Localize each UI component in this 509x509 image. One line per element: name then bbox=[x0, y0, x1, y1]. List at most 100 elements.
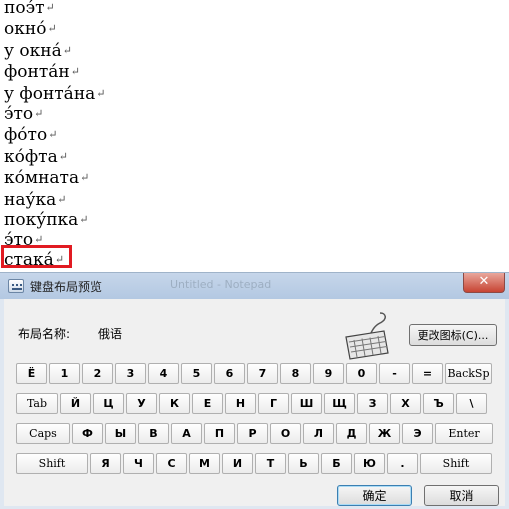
keyboard-key[interactable]: Б bbox=[321, 453, 352, 474]
keyboard-key[interactable]: Ш bbox=[291, 393, 322, 414]
keyboard-key[interactable]: К bbox=[159, 393, 190, 414]
change-icon-button[interactable]: 更改图标(C)... bbox=[409, 324, 497, 346]
highlight-rectangle bbox=[1, 245, 72, 268]
document-line: ко́фта↵ bbox=[4, 146, 68, 168]
keyboard-key[interactable]: 3 bbox=[115, 363, 146, 384]
document-line: ко́мната↵ bbox=[4, 167, 89, 189]
paragraph-mark: ↵ bbox=[57, 193, 67, 206]
keyboard-key[interactable]: Tab bbox=[16, 393, 58, 414]
keyboard-key[interactable]: BackSp bbox=[445, 363, 492, 384]
keyboard-key[interactable]: 5 bbox=[181, 363, 212, 384]
keyboard-key[interactable]: О bbox=[270, 423, 301, 444]
keyboard-key[interactable]: И bbox=[222, 453, 253, 474]
paragraph-mark: ↵ bbox=[34, 107, 44, 120]
keyboard-key[interactable]: Ь bbox=[288, 453, 319, 474]
keyboard-key[interactable]: Г bbox=[258, 393, 289, 414]
keyboard-key[interactable]: . bbox=[387, 453, 418, 474]
paragraph-mark: ↵ bbox=[48, 128, 58, 141]
paragraph-mark: ↵ bbox=[58, 150, 68, 163]
close-button[interactable]: ✕ bbox=[463, 273, 505, 293]
layout-name-value: 俄语 bbox=[98, 327, 123, 341]
document-line-text: поку́пка bbox=[4, 210, 79, 230]
document-line-text: фонта́н bbox=[4, 62, 70, 82]
keyboard-layout-preview-dialog: 键盘布局预览 Untitled - Notepad ✕ 布局名称: 俄语 更改图… bbox=[0, 272, 509, 509]
keyboard-key[interactable]: З bbox=[357, 393, 388, 414]
document-line-text: окно́ bbox=[4, 19, 47, 39]
keyboard-key[interactable]: Ы bbox=[105, 423, 136, 444]
paragraph-mark: ↵ bbox=[62, 44, 72, 57]
keyboard-key[interactable]: Щ bbox=[324, 393, 355, 414]
keyboard-key[interactable]: 9 bbox=[313, 363, 344, 384]
keyboard-key[interactable]: Shift bbox=[16, 453, 88, 474]
keyboard-key[interactable]: Ъ bbox=[423, 393, 454, 414]
document-line: поэ́т↵ bbox=[4, 0, 55, 19]
keyboard-key[interactable]: Й bbox=[60, 393, 91, 414]
keyboard-key[interactable]: 0 bbox=[346, 363, 377, 384]
dialog-titlebar[interactable]: 键盘布局预览 Untitled - Notepad ✕ bbox=[0, 273, 509, 299]
keyboard-key[interactable]: - bbox=[379, 363, 410, 384]
keyboard-key[interactable]: \ bbox=[456, 393, 487, 414]
paragraph-mark: ↵ bbox=[45, 1, 55, 14]
paragraph-mark: ↵ bbox=[79, 213, 89, 226]
keyboard-key[interactable]: Ё bbox=[16, 363, 47, 384]
keyboard-key[interactable]: 4 bbox=[148, 363, 179, 384]
keyboard-key[interactable]: Ю bbox=[354, 453, 385, 474]
keyboard-key[interactable]: 7 bbox=[247, 363, 278, 384]
keyboard-key[interactable]: М bbox=[189, 453, 220, 474]
paragraph-mark: ↵ bbox=[96, 87, 106, 100]
keyboard-key[interactable]: В bbox=[138, 423, 169, 444]
document-line-text: ко́мната bbox=[4, 168, 80, 188]
keyboard-icon bbox=[345, 312, 389, 360]
dialog-title: 键盘布局预览 bbox=[30, 280, 103, 294]
keyboard-key[interactable]: Х bbox=[390, 393, 421, 414]
keyboard-key[interactable]: А bbox=[171, 423, 202, 444]
keyboard-key[interactable]: = bbox=[412, 363, 443, 384]
cancel-button[interactable]: 取消 bbox=[424, 485, 499, 506]
paragraph-mark: ↵ bbox=[80, 171, 90, 184]
keyboard-key[interactable]: Р bbox=[237, 423, 268, 444]
document-line: фонта́н↵ bbox=[4, 61, 80, 83]
keyboard-key[interactable]: Э bbox=[402, 423, 433, 444]
document-line: нау́ка↵ bbox=[4, 189, 66, 211]
document-area[interactable]: поэ́т↵ окно́↵ у окна́↵ фонта́н↵ у фонта́на↵ э… bbox=[0, 0, 509, 272]
layout-name-label: 布局名称: bbox=[18, 327, 71, 341]
document-line: фо́то↵ bbox=[4, 124, 57, 146]
document-line: поку́пка↵ bbox=[4, 209, 89, 231]
keyboard-key[interactable]: С bbox=[156, 453, 187, 474]
keyboard-key[interactable]: Л bbox=[303, 423, 334, 444]
document-line-text: у фонта́на bbox=[4, 84, 96, 104]
dialog-client-area: 布局名称: 俄语 更改图标(C)... Ё 1 2 3 4 5 6 7 8 9 0- = BackSp T… bbox=[4, 299, 505, 506]
document-line: окно́↵ bbox=[4, 18, 57, 40]
keyboard-key[interactable]: 8 bbox=[280, 363, 311, 384]
keyboard-key[interactable]: 2 bbox=[82, 363, 113, 384]
keyboard-key[interactable]: 6 bbox=[214, 363, 245, 384]
keyboard-key[interactable]: П bbox=[204, 423, 235, 444]
keyboard-key[interactable]: Т bbox=[255, 453, 286, 474]
paragraph-mark: ↵ bbox=[47, 22, 57, 35]
background-window-title: Untitled - Notepad bbox=[170, 278, 272, 291]
keyboard-key[interactable]: Shift bbox=[420, 453, 492, 474]
document-line-text: ко́фта bbox=[4, 147, 58, 167]
keyboard-key[interactable]: Ч bbox=[123, 453, 154, 474]
document-line-text: поэ́т bbox=[4, 0, 45, 18]
document-line-text: нау́ка bbox=[4, 190, 57, 210]
keyboard-key[interactable]: Enter bbox=[435, 423, 493, 444]
keyboard-key[interactable]: Ж bbox=[369, 423, 400, 444]
keyboard-key[interactable]: 1 bbox=[49, 363, 80, 384]
document-line-text: э́то bbox=[4, 104, 34, 124]
keyboard-key[interactable]: Ц bbox=[93, 393, 124, 414]
keyboard-key[interactable]: Я bbox=[90, 453, 121, 474]
paragraph-mark: ↵ bbox=[70, 65, 80, 78]
document-line: у фонта́на↵ bbox=[4, 83, 106, 105]
keyboard-key[interactable]: У bbox=[126, 393, 157, 414]
document-line-text: фо́то bbox=[4, 125, 48, 145]
document-line-text: у окна́ bbox=[4, 41, 62, 61]
keyboard-key[interactable]: Ф bbox=[72, 423, 103, 444]
keyboard-key[interactable]: Caps bbox=[16, 423, 70, 444]
document-line: у окна́↵ bbox=[4, 40, 72, 62]
keyboard-key[interactable]: Е bbox=[192, 393, 223, 414]
document-line: э́то↵ bbox=[4, 103, 43, 125]
ok-button[interactable]: 确定 bbox=[337, 485, 412, 506]
keyboard-key[interactable]: Н bbox=[225, 393, 256, 414]
keyboard-key[interactable]: Д bbox=[336, 423, 367, 444]
